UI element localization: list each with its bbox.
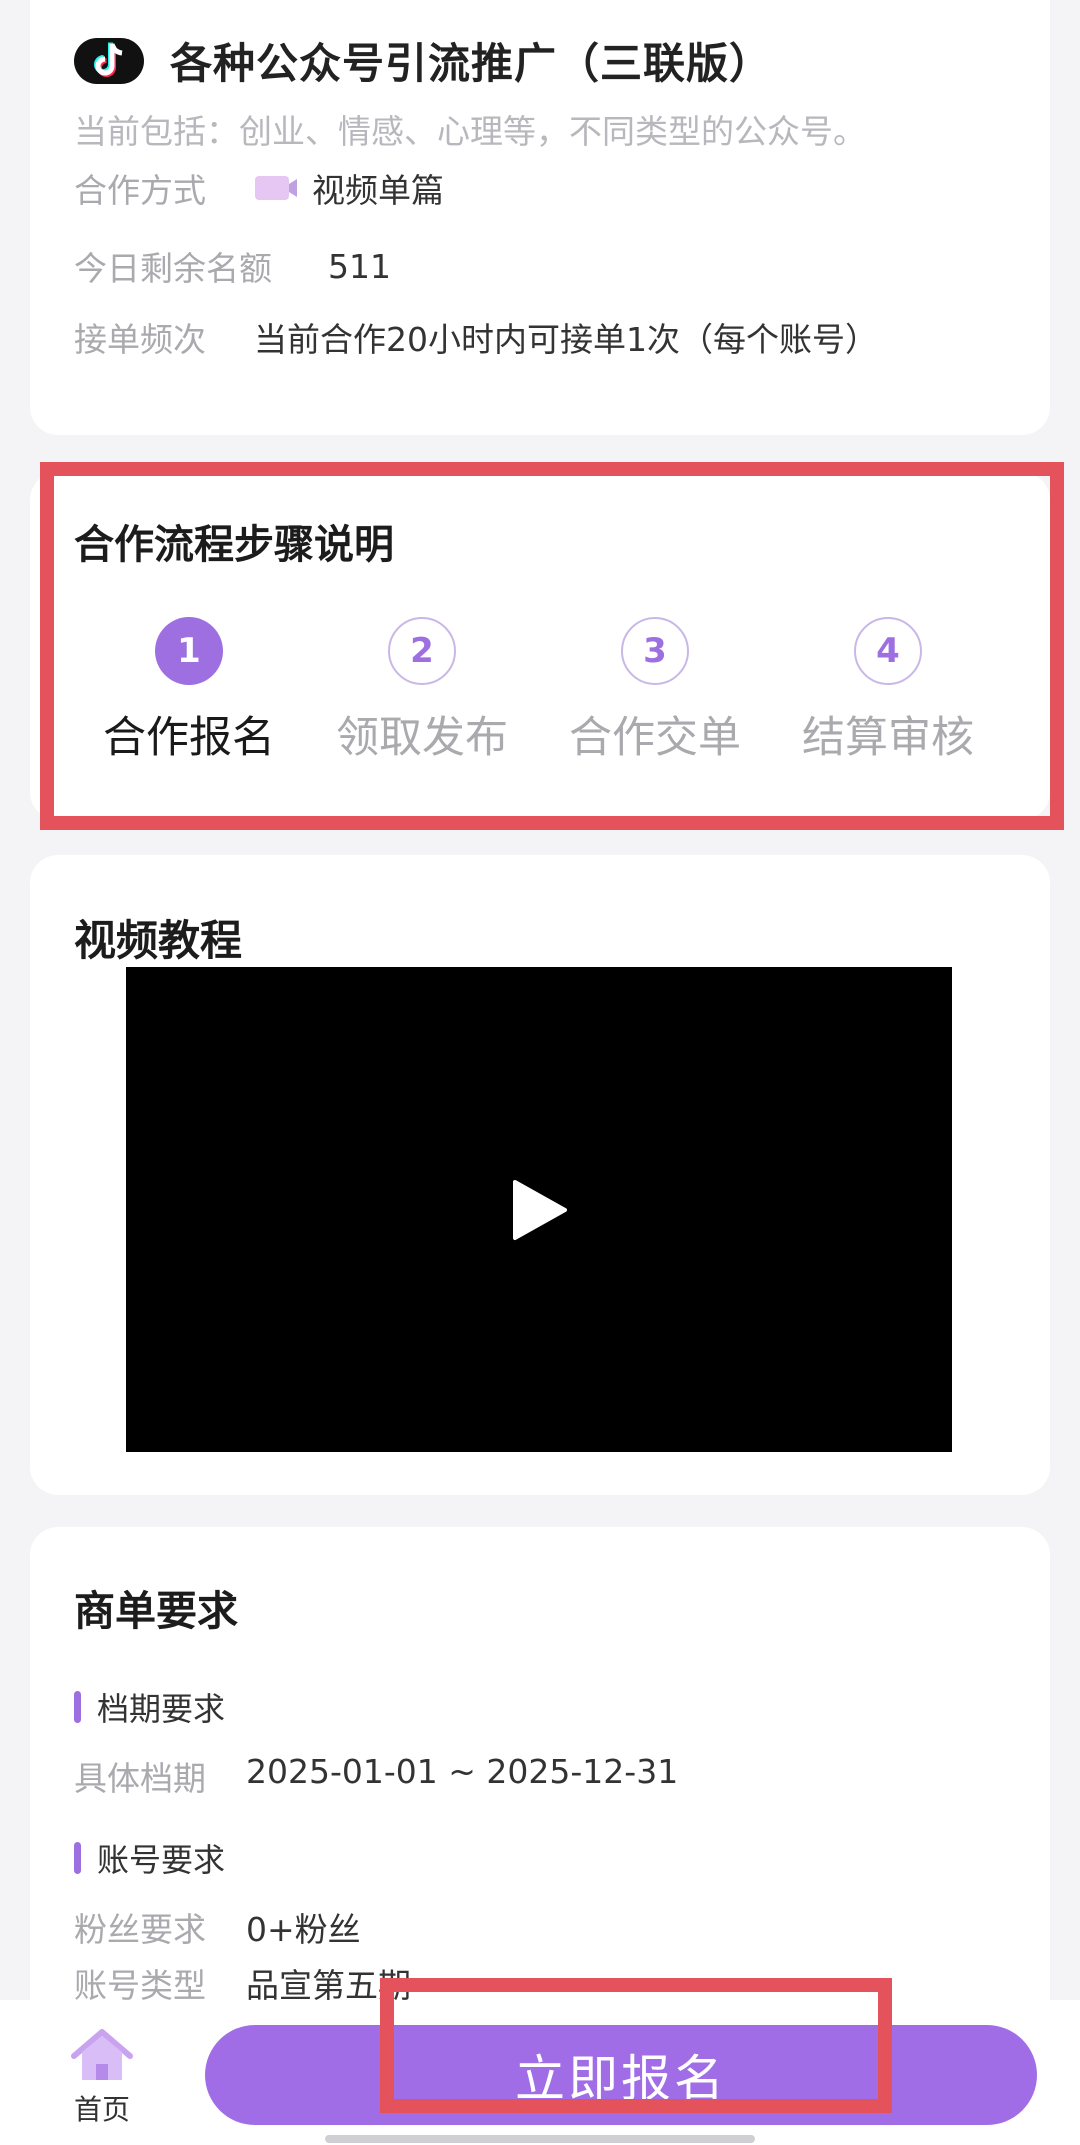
video-player[interactable] (126, 967, 952, 1452)
followers-value: 0+粉丝 (246, 1910, 361, 1949)
order-frequency-label: 接单频次 (74, 320, 206, 359)
signup-button[interactable]: 立即报名 (205, 2025, 1037, 2125)
play-icon[interactable] (509, 1178, 569, 1242)
schedule-label: 具体档期 (74, 1759, 206, 1798)
process-steps-card: 合作流程步骤说明 1 合作报名 2 领取发布 3 合作交单 4 结算审核 (30, 472, 1050, 820)
requirements-title: 商单要求 (74, 1587, 238, 1635)
home-label: 首页 (73, 2093, 130, 2126)
order-frequency-row: 接单频次 当前合作20小时内可接单1次（每个账号） (74, 313, 878, 361)
page: 各种公众号引流推广（三联版） 当前包括：创业、情感、心理等，不同类型的公众号。 … (0, 0, 1080, 2145)
step-number: 2 (388, 617, 456, 685)
remaining-quota-value: 511 (328, 246, 391, 286)
followers-row: 粉丝要求 0+粉丝 (74, 1903, 361, 1951)
step-number: 3 (621, 617, 689, 685)
video-tutorial-card: 视频教程 (30, 855, 1050, 1495)
order-frequency-value: 当前合作20小时内可接单1次（每个账号） (254, 320, 878, 359)
cooperation-mode-label: 合作方式 (74, 171, 206, 210)
schedule-row: 具体档期 2025-01-01 ~ 2025-12-31 (74, 1752, 678, 1800)
step-3[interactable]: 3 合作交单 (539, 617, 771, 765)
step-label: 合作报名 (103, 713, 275, 763)
cooperation-mode-value: 视频单篇 (312, 171, 444, 210)
video-camera-icon (255, 176, 297, 200)
step-2[interactable]: 2 领取发布 (306, 617, 538, 765)
home-icon (71, 2029, 133, 2080)
home-indicator (325, 2135, 755, 2143)
followers-label: 粉丝要求 (74, 1910, 206, 1949)
home-tab[interactable]: 首页 (60, 2028, 144, 2128)
step-4[interactable]: 4 结算审核 (772, 617, 1004, 765)
task-title: 各种公众号引流推广（三联版） (170, 39, 773, 88)
steps-title: 合作流程步骤说明 (74, 522, 394, 568)
step-number: 4 (854, 617, 922, 685)
section-marker (74, 1691, 81, 1723)
step-1[interactable]: 1 合作报名 (73, 617, 305, 765)
remaining-quota-row: 今日剩余名额 511 (74, 242, 391, 290)
step-label: 合作交单 (569, 713, 741, 763)
task-info-card: 各种公众号引流推广（三联版） 当前包括：创业、情感、心理等，不同类型的公众号。 … (30, 0, 1050, 435)
step-label: 领取发布 (336, 713, 508, 763)
task-description: 当前包括：创业、情感、心理等，不同类型的公众号。 (74, 112, 866, 151)
cooperation-mode-row: 合作方式 视频单篇 (74, 164, 444, 212)
step-label: 结算审核 (802, 713, 974, 763)
remaining-quota-label: 今日剩余名额 (74, 249, 272, 288)
step-number: 1 (155, 617, 223, 685)
account-requirement-heading: 账号要求 (74, 1835, 225, 1881)
task-title-row: 各种公众号引流推广（三联版） (74, 30, 772, 91)
schedule-requirement-heading: 档期要求 (74, 1684, 225, 1730)
bottom-action-bar: 首页 立即报名 (0, 2000, 1080, 2145)
schedule-value: 2025-01-01 ~ 2025-12-31 (246, 1752, 679, 1791)
section-marker (74, 1842, 81, 1874)
tiktok-logo-icon (74, 37, 144, 84)
video-title: 视频教程 (74, 916, 243, 965)
